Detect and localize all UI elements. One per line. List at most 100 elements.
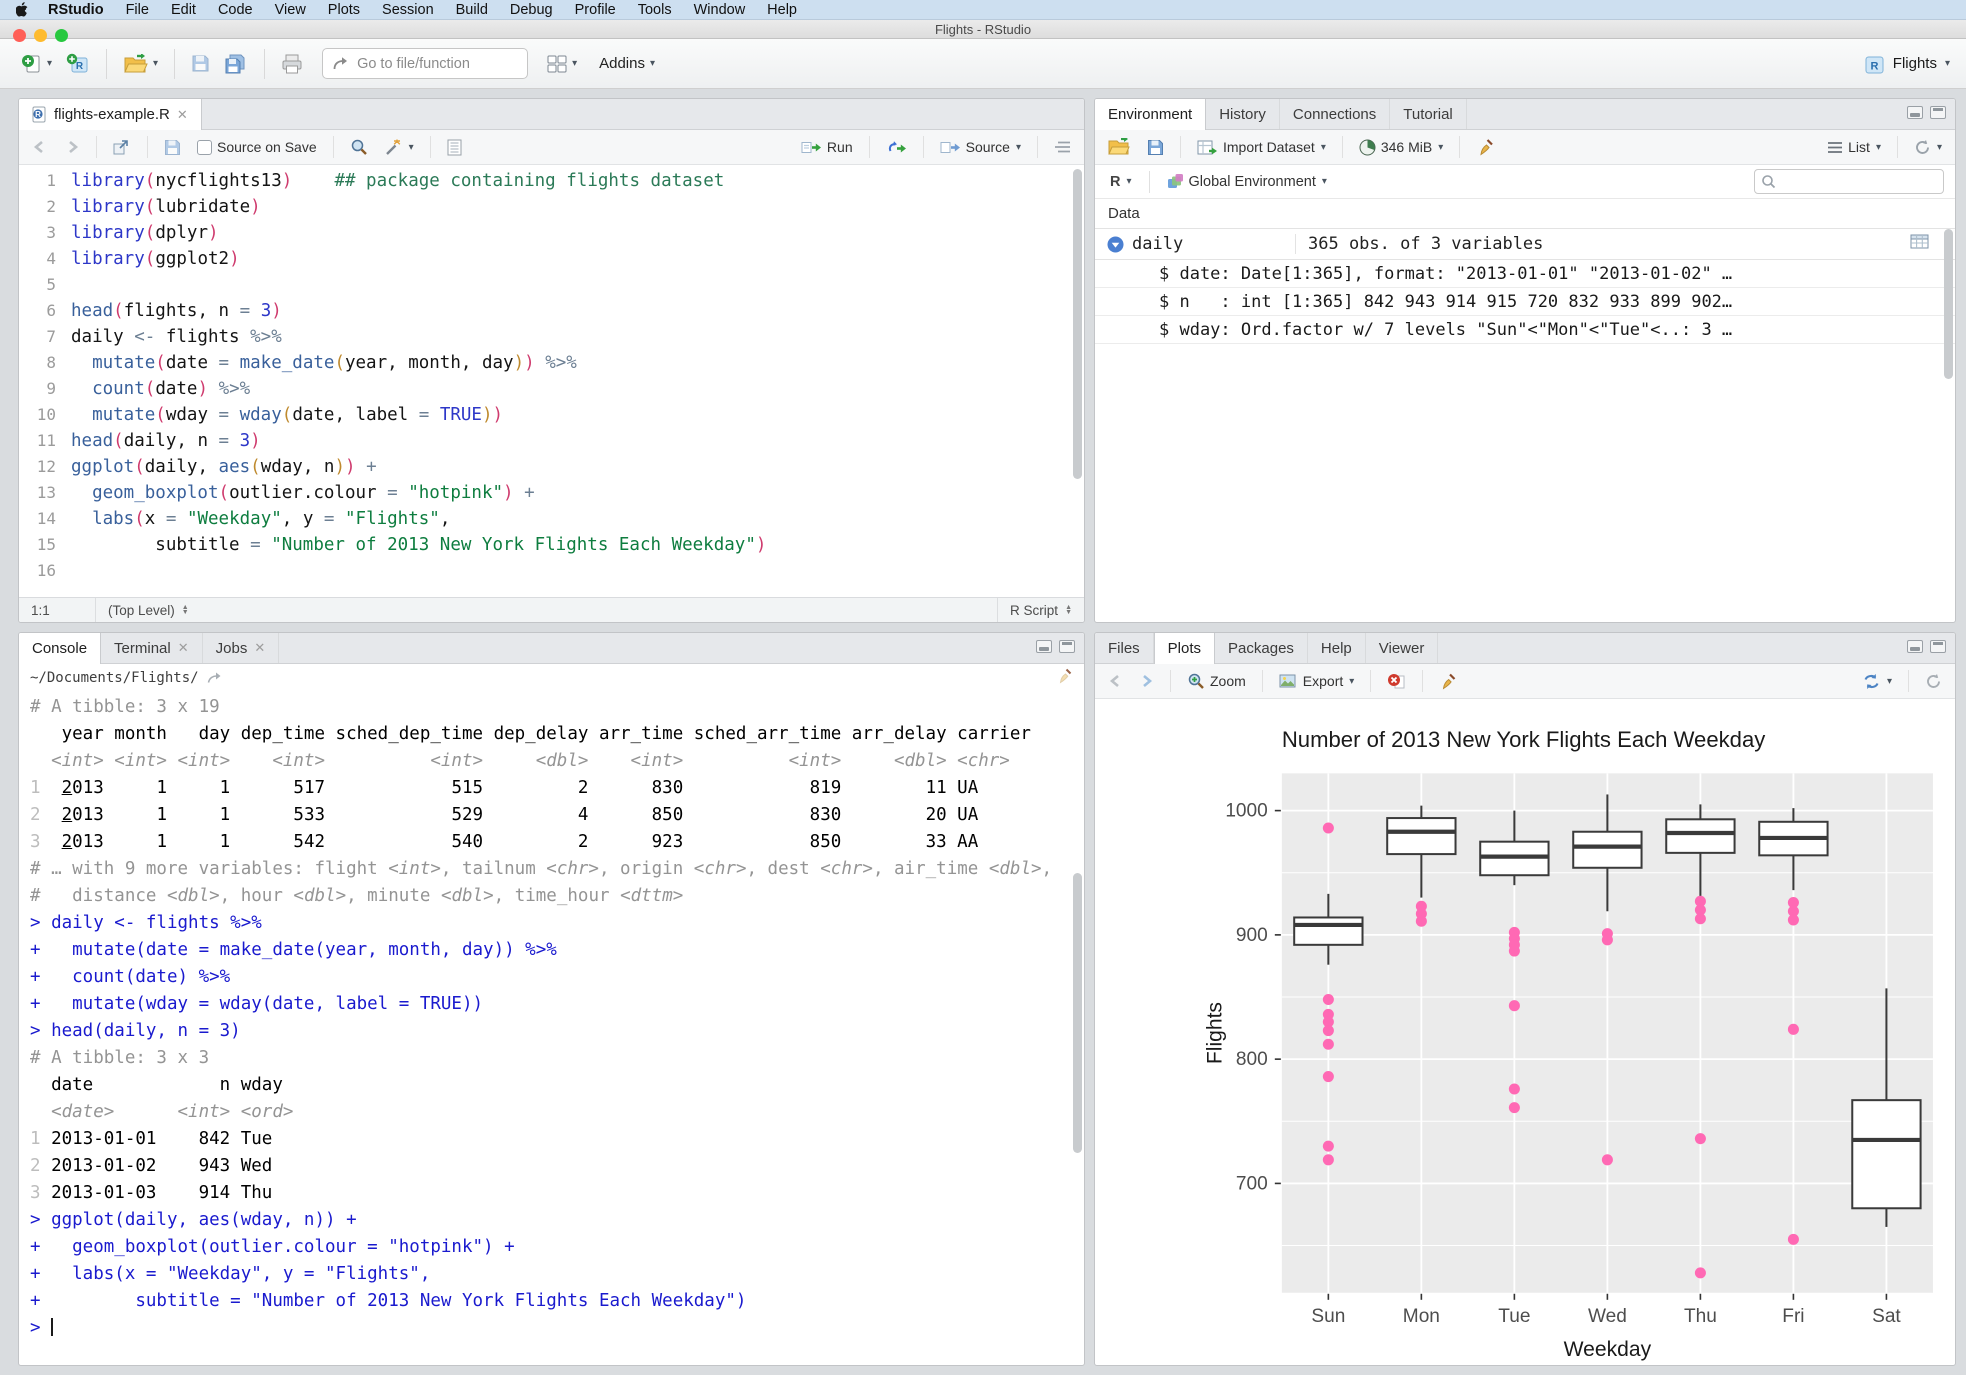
tab-help[interactable]: Help: [1308, 633, 1366, 663]
menu-item-edit[interactable]: Edit: [160, 2, 207, 18]
code-line: library(ggplot2): [71, 249, 240, 269]
menu-item-help[interactable]: Help: [756, 2, 808, 18]
clear-all-plots-button[interactable]: [1435, 670, 1461, 693]
tab-packages[interactable]: Packages: [1215, 633, 1308, 663]
apple-icon[interactable]: [16, 2, 29, 17]
tab-console[interactable]: Console: [19, 633, 102, 664]
open-file-button[interactable]: ▾: [118, 49, 163, 79]
remove-plot-button[interactable]: [1383, 670, 1410, 693]
minimize-pane-icon[interactable]: [1036, 640, 1052, 653]
minimize-pane-icon[interactable]: [1907, 640, 1923, 653]
refresh-plot-button[interactable]: [1921, 670, 1946, 693]
environment-toolbar: Import Dataset ▾ 346 MiB ▾ List ▾ ▾: [1095, 130, 1955, 165]
refresh-environment-button[interactable]: ▾: [1910, 136, 1946, 159]
popout-button[interactable]: [109, 136, 135, 158]
load-workspace-button[interactable]: [1104, 135, 1135, 159]
project-selector[interactable]: R Flights ▾: [1864, 53, 1950, 75]
tab-flights-example[interactable]: R flights-example.R ✕: [19, 99, 202, 130]
tab-connections[interactable]: Connections: [1280, 99, 1391, 129]
save-doc-button[interactable]: [160, 136, 185, 159]
menu-item-session[interactable]: Session: [371, 2, 445, 18]
expander-icon[interactable]: [1107, 236, 1124, 253]
tab-history[interactable]: History: [1206, 99, 1280, 129]
code-editor[interactable]: 1 2 3 4 5 6 7 8 9 10 11 12 13 14 15 16 library(nycfligh…: [19, 165, 1084, 597]
menu-item-debug[interactable]: Debug: [499, 2, 564, 18]
close-icon[interactable]: ✕: [254, 640, 265, 656]
close-window-button[interactable]: [13, 29, 26, 42]
tab-environment[interactable]: Environment: [1095, 99, 1207, 130]
console-output[interactable]: # A tibble: 3 x 19 year month day dep_ti…: [19, 691, 1084, 1365]
goto-directory-icon[interactable]: [207, 671, 222, 684]
checkbox-icon[interactable]: [197, 139, 212, 155]
menu-item-build[interactable]: Build: [445, 2, 499, 18]
print-button[interactable]: [276, 49, 308, 79]
code-tools-button[interactable]: ▾: [380, 135, 418, 159]
previous-plot-button[interactable]: [1104, 671, 1127, 691]
menu-item-window[interactable]: Window: [683, 2, 757, 18]
clear-workspace-button[interactable]: [1472, 135, 1499, 159]
run-button[interactable]: Run: [797, 136, 857, 158]
menu-item-view[interactable]: View: [264, 2, 317, 18]
close-icon[interactable]: ✕: [177, 107, 188, 123]
export-plot-button[interactable]: Export ▾: [1275, 670, 1359, 692]
next-plot-button[interactable]: [1135, 671, 1158, 691]
import-dataset-button[interactable]: Import Dataset ▾: [1193, 136, 1330, 159]
object-row-daily[interactable]: daily 365 obs. of 3 variables: [1095, 229, 1955, 260]
tab-viewer[interactable]: Viewer: [1366, 633, 1439, 663]
console-scrollbar[interactable]: [1073, 873, 1082, 1153]
close-icon[interactable]: ✕: [178, 640, 189, 656]
plots-pane: Files Plots Packages Help Viewer Zoom Export…: [1094, 632, 1956, 1366]
scope-selector[interactable]: (Top Level) ▲ ▼: [95, 598, 201, 622]
source-button[interactable]: Source ▾: [936, 136, 1025, 158]
list-view-button[interactable]: List ▾: [1823, 136, 1885, 158]
menu-item-rstudio[interactable]: RStudio: [37, 2, 115, 18]
new-file-button[interactable]: ▾: [16, 49, 57, 79]
source-on-save-checkbox[interactable]: Source on Save: [193, 136, 321, 158]
clear-console-button[interactable]: [1056, 668, 1073, 688]
divider: [1422, 670, 1424, 692]
addins-button[interactable]: Addins ▾: [594, 50, 660, 77]
tab-plots[interactable]: Plots: [1153, 633, 1216, 664]
environment-search-input[interactable]: [1754, 169, 1944, 194]
menu-item-file[interactable]: File: [115, 2, 160, 18]
tab-terminal[interactable]: Terminal ✕: [101, 633, 203, 663]
editor-scrollbar[interactable]: [1073, 169, 1082, 479]
file-type-selector[interactable]: R Script ▲ ▼: [997, 598, 1084, 622]
zoom-window-button[interactable]: [55, 29, 68, 42]
zoom-plot-button[interactable]: Zoom: [1183, 669, 1250, 693]
save-button[interactable]: [186, 49, 215, 78]
language-selector[interactable]: R ▾: [1106, 171, 1136, 193]
menu-item-tools[interactable]: Tools: [627, 2, 683, 18]
pane-layout-button[interactable]: ▾: [542, 50, 582, 78]
publish-button[interactable]: ▾: [1858, 670, 1896, 693]
console-line: + mutate(wday = wday(date, label = TRUE)…: [30, 994, 484, 1014]
compile-report-button[interactable]: [443, 136, 466, 159]
view-table-icon[interactable]: [1910, 234, 1929, 254]
maximize-pane-icon[interactable]: [1930, 640, 1946, 653]
tab-tutorial[interactable]: Tutorial: [1390, 99, 1467, 129]
minimize-window-button[interactable]: [34, 29, 47, 42]
back-button[interactable]: [28, 137, 52, 157]
tab-files[interactable]: Files: [1095, 633, 1154, 663]
find-replace-button[interactable]: [346, 135, 372, 159]
rerun-button[interactable]: [882, 137, 911, 158]
console-line: + count(date) %>%: [30, 967, 231, 987]
svg-text:1000: 1000: [1225, 801, 1267, 822]
document-outline-button[interactable]: [1050, 137, 1075, 157]
save-all-button[interactable]: [219, 48, 253, 79]
menu-item-code[interactable]: Code: [207, 2, 264, 18]
memory-usage-button[interactable]: 346 MiB ▾: [1355, 136, 1447, 159]
environment-selector[interactable]: Global Environment ▾: [1163, 170, 1331, 193]
environment-scrollbar[interactable]: [1944, 229, 1953, 379]
maximize-pane-icon[interactable]: [1059, 640, 1075, 653]
new-project-button[interactable]: R: [61, 48, 95, 79]
minimize-pane-icon[interactable]: [1907, 106, 1923, 119]
menu-item-profile[interactable]: Profile: [564, 2, 627, 18]
print-icon: [282, 54, 302, 73]
forward-button[interactable]: [60, 137, 84, 157]
save-workspace-button[interactable]: [1143, 136, 1168, 159]
maximize-pane-icon[interactable]: [1930, 106, 1946, 119]
menu-item-plots[interactable]: Plots: [317, 2, 371, 18]
goto-file-function-input[interactable]: Go to file/function: [322, 48, 529, 79]
tab-jobs[interactable]: Jobs ✕: [203, 633, 280, 663]
